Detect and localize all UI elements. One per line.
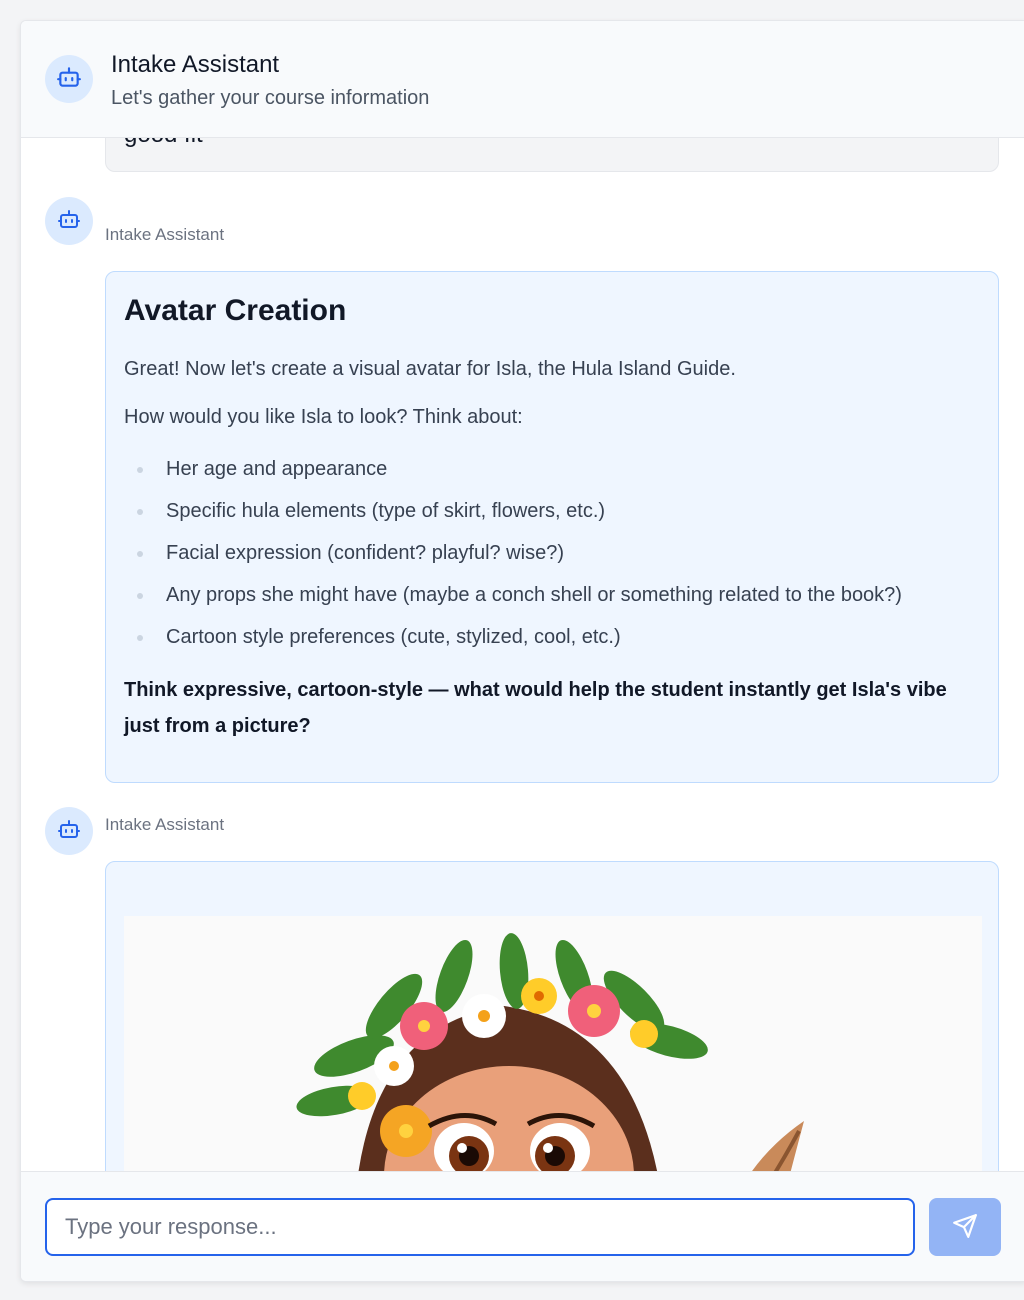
message-closing: Think expressive, cartoon-style — what w… [124,679,947,737]
paper-plane-icon [952,1213,978,1242]
header-subtitle: Let's gather your course information [111,87,430,109]
robot-icon [57,817,81,846]
chat-window: Intake Assistant Let's gather your cours… [20,20,1024,1282]
list-item: Cartoon style preferences (cute, stylize… [124,624,980,650]
list-item: Any props she might have (maybe a conch … [124,582,980,608]
send-button[interactable] [929,1198,1001,1256]
isla-avatar-illustration [296,933,804,1171]
avatar-image-message [105,861,999,1171]
previous-message-bubble: good fit [105,138,999,172]
composer-bar [21,1171,1024,1281]
robot-icon [56,64,82,95]
header-title: Intake Assistant [111,51,280,78]
chat-header: Intake Assistant Let's gather your cours… [21,21,1024,138]
robot-icon [57,207,81,236]
assistant-avatar [45,807,93,855]
assistant-avatar [45,55,93,103]
response-input[interactable] [45,1198,915,1256]
message-question: How would you like Isla to look? Think a… [124,406,523,428]
message-list[interactable]: good fit Intake Assistant Avatar Creatio… [21,138,1024,1171]
message-sender: Intake Assistant [105,225,225,244]
list-item: Specific hula elements (type of skirt, f… [124,498,980,524]
message-heading: Avatar Creation [124,294,347,327]
avatar-creation-message: Avatar Creation Great! Now let's create … [105,271,999,783]
message-intro: Great! Now let's create a visual avatar … [124,358,736,380]
list-item: Facial expression (confident? playful? w… [124,540,980,566]
generated-avatar-image[interactable] [124,916,982,1171]
message-sender: Intake Assistant [105,815,225,834]
list-item: Her age and appearance [124,456,980,482]
assistant-avatar [45,197,93,245]
previous-message-text: good fit [124,138,203,149]
suggestion-list: Her age and appearance Specific hula ele… [124,456,980,650]
